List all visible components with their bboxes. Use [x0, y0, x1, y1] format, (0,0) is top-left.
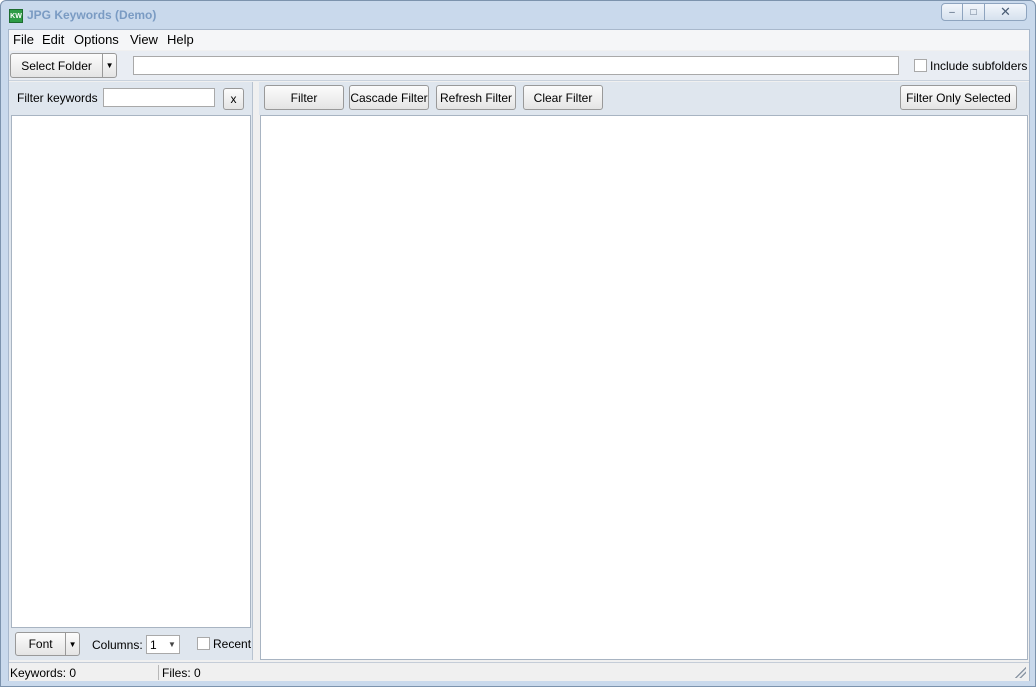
menu-view[interactable]: View [130, 32, 158, 47]
files-count: Files: 0 [162, 666, 201, 680]
include-subfolders-label: Include subfolders [930, 59, 1028, 73]
font-button[interactable]: Font [16, 633, 65, 655]
keywords-pane: Filter keywords x Font ▼ Columns: 1 ▼ Re… [9, 82, 253, 660]
cascade-filter-button[interactable]: Cascade Filter [349, 85, 429, 110]
font-dropdown-icon[interactable]: ▼ [65, 633, 79, 655]
title-bar[interactable]: KW JPG Keywords (Demo) – □ ✕ [1, 1, 1035, 29]
folder-path-input[interactable] [133, 56, 899, 75]
keywords-list[interactable] [11, 115, 251, 628]
resize-grip-icon[interactable] [1015, 667, 1026, 678]
files-view[interactable] [260, 115, 1028, 660]
app-icon: KW [9, 9, 23, 23]
client-area: File Edit Options View Help Select Folde… [8, 29, 1030, 681]
columns-select[interactable]: 1 ▼ [146, 635, 180, 654]
menu-file[interactable]: File [13, 32, 34, 47]
status-bar: Keywords: 0 Files: 0 [9, 662, 1029, 681]
minimize-button[interactable]: – [941, 3, 963, 21]
filter-keywords-label: Filter keywords [17, 91, 98, 105]
maximize-button[interactable]: □ [963, 3, 985, 21]
columns-value: 1 [150, 637, 157, 652]
main-toolbar: Select Folder ▼ Include subfolders [9, 51, 1029, 81]
chevron-down-icon: ▼ [168, 640, 176, 649]
recent-checkbox[interactable] [197, 637, 210, 650]
include-subfolders-checkbox[interactable] [914, 59, 927, 72]
app-window: KW JPG Keywords (Demo) – □ ✕ File Edit O… [0, 0, 1036, 687]
select-folder-split-button: Select Folder ▼ [10, 53, 117, 78]
font-split-button: Font ▼ [15, 632, 80, 656]
close-button[interactable]: ✕ [985, 3, 1027, 21]
menu-help[interactable]: Help [167, 32, 194, 47]
filter-keywords-input[interactable] [103, 88, 215, 107]
window-controls: – □ ✕ [941, 3, 1027, 21]
status-divider [158, 665, 159, 680]
clear-filter-button[interactable]: Clear Filter [523, 85, 603, 110]
filter-only-selected-button[interactable]: Filter Only Selected [900, 85, 1017, 110]
recent-label: Recent [213, 637, 252, 651]
menu-edit[interactable]: Edit [42, 32, 64, 47]
clear-filter-keywords-button[interactable]: x [223, 88, 244, 110]
select-folder-button[interactable]: Select Folder [11, 54, 102, 77]
window-title: JPG Keywords (Demo) [27, 8, 157, 22]
filter-toolbar: Filter Cascade Filter Refresh Filter Cle… [259, 82, 1029, 115]
menu-options[interactable]: Options [74, 32, 119, 47]
filter-button[interactable]: Filter [264, 85, 344, 110]
select-folder-dropdown-icon[interactable]: ▼ [102, 54, 116, 77]
columns-label: Columns: [92, 638, 143, 652]
menu-bar: File Edit Options View Help [9, 30, 1029, 50]
keywords-count: Keywords: 0 [10, 666, 77, 680]
refresh-filter-button[interactable]: Refresh Filter [436, 85, 516, 110]
